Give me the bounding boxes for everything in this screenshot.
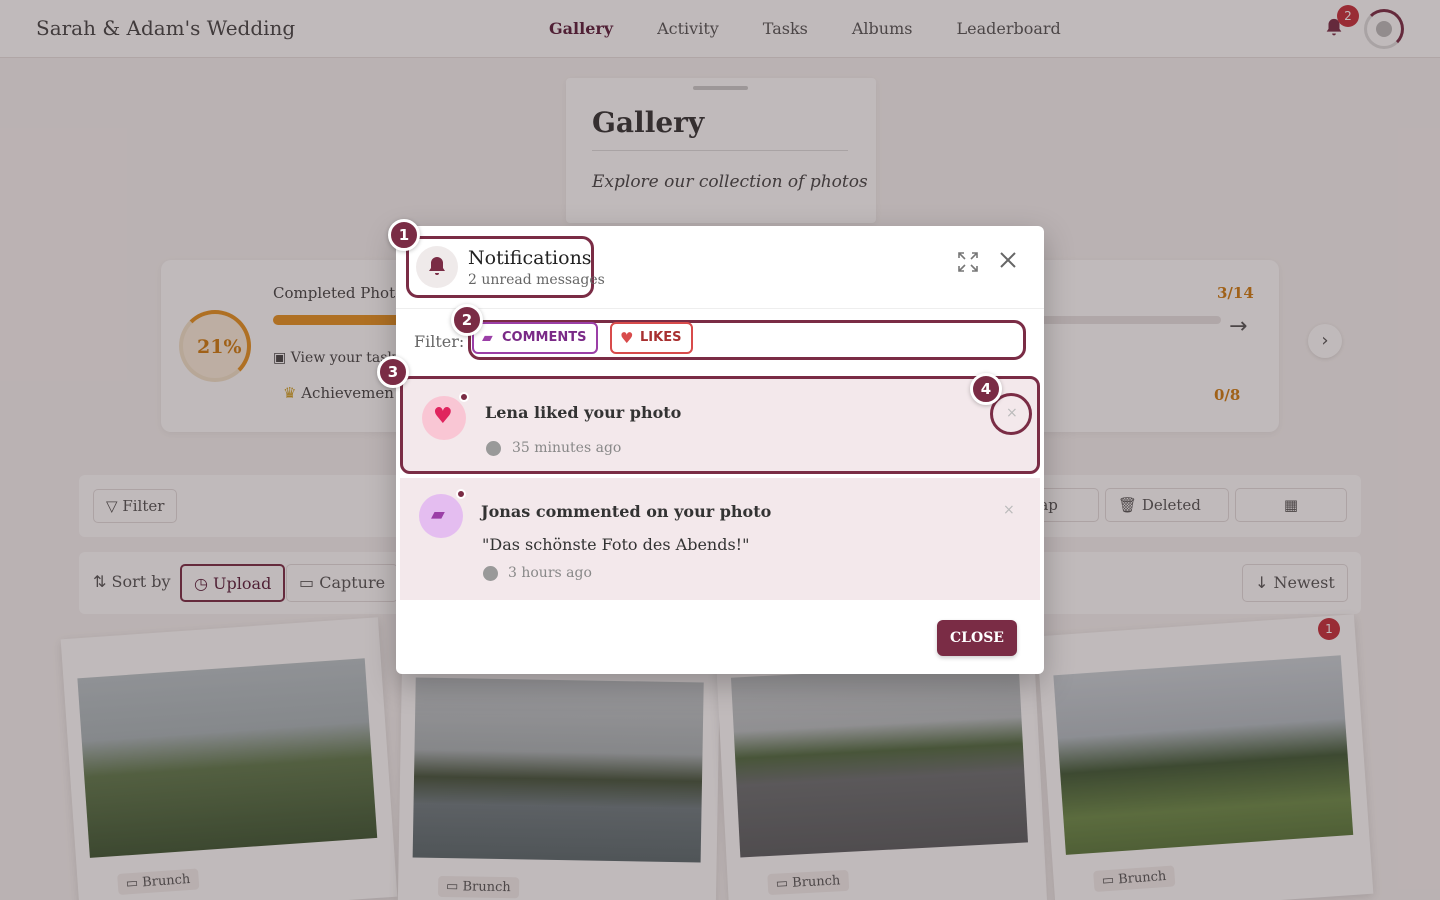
notification-title: Lena liked your photo	[485, 403, 682, 422]
annotation-marker: 2	[451, 304, 483, 336]
filter-likes-chip[interactable]: ♥ LIKES	[610, 322, 694, 354]
heart-icon: ♥	[422, 396, 466, 440]
clock-icon	[486, 441, 501, 456]
notification-time: 35 minutes ago	[512, 440, 622, 456]
notification-time: 3 hours ago	[508, 565, 592, 581]
dismiss-icon[interactable]: ×	[1003, 502, 1015, 518]
divider	[396, 308, 1044, 309]
comment-icon: ▰	[419, 494, 463, 538]
annotation-marker: 4	[970, 373, 1002, 405]
unread-dot	[456, 489, 466, 499]
filter-label: Filter:	[414, 332, 465, 351]
expand-icon[interactable]	[956, 250, 980, 274]
filter-comments-chip[interactable]: ▰ COMMENTS	[472, 322, 599, 354]
notifications-dialog: Notifications 2 unread messages Filter: …	[396, 226, 1044, 674]
notification-title: Jonas commented on your photo	[481, 502, 772, 521]
clock-icon	[483, 566, 498, 581]
comments-chip-label: COMMENTS	[502, 330, 587, 345]
bell-icon	[416, 246, 458, 288]
likes-chip-label: LIKES	[640, 330, 682, 345]
unread-dot	[459, 392, 469, 402]
notification-item[interactable]: ▰ Jonas commented on your photo "Das sch…	[400, 478, 1040, 600]
annotation-marker: 3	[377, 356, 409, 388]
heart-icon: ♥	[620, 329, 634, 347]
close-button[interactable]: CLOSE	[937, 620, 1017, 656]
comment-icon: ▰	[482, 330, 493, 346]
comment-quote: "Das schönste Foto des Abends!"	[482, 535, 750, 554]
dialog-subtitle: 2 unread messages	[468, 272, 605, 288]
dismiss-icon[interactable]: ×	[1006, 405, 1018, 421]
dialog-title: Notifications	[468, 247, 592, 269]
annotation-marker: 1	[388, 219, 420, 251]
notification-item[interactable]: ♥ Lena liked your photo 35 minutes ago ×	[400, 376, 1040, 474]
close-icon[interactable]	[996, 248, 1020, 272]
